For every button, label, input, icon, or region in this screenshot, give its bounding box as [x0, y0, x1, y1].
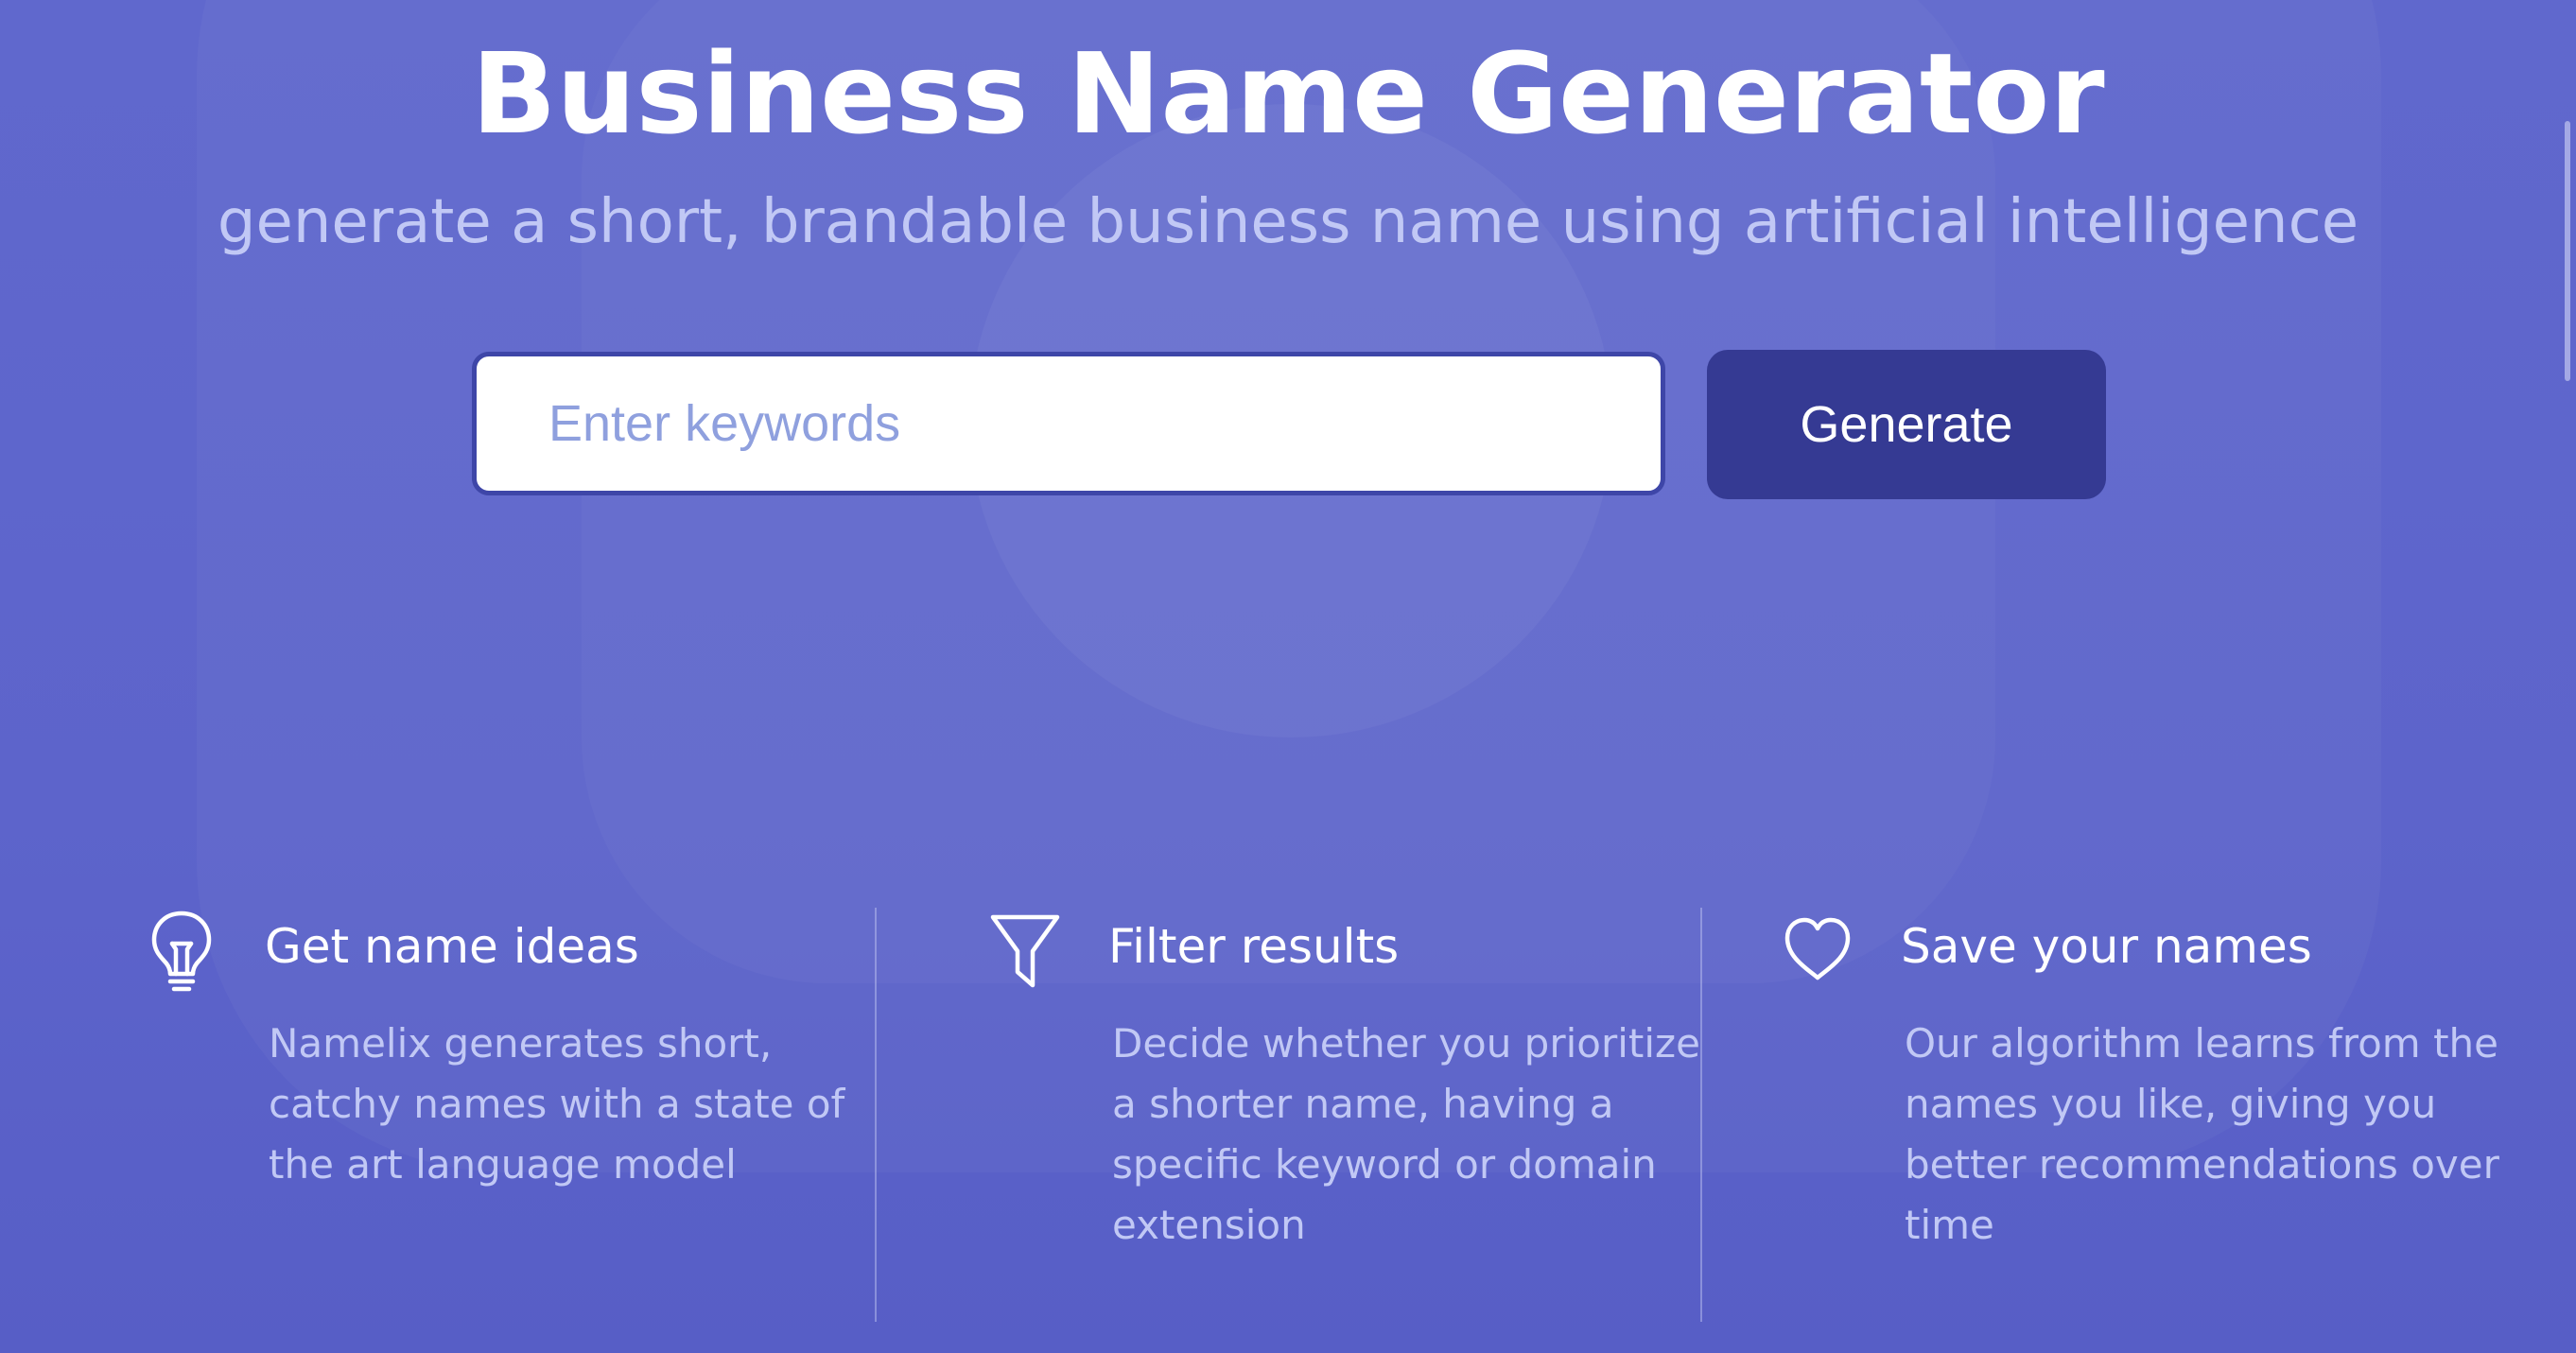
feature-description: Our algorithm learns from the names you …	[1905, 1020, 2499, 1248]
filter-icon	[985, 908, 1065, 993]
feature-divider	[875, 908, 877, 1322]
lightbulb-icon	[142, 908, 221, 993]
generate-button[interactable]: Generate	[1707, 350, 2106, 499]
scrollbar-thumb[interactable]	[2565, 121, 2570, 381]
feature-description: Namelix generates short, catchy names wi…	[269, 1020, 845, 1188]
keywords-input[interactable]	[472, 352, 1665, 495]
page-title: Business Name Generator	[471, 28, 2105, 159]
feature-divider	[1700, 908, 1702, 1322]
feature-title: Filter results	[1108, 919, 1400, 974]
heart-icon	[1778, 908, 1857, 993]
feature-description: Decide whether you prioritize a shorter …	[1112, 1020, 1700, 1248]
page-subtitle: generate a short, brandable business nam…	[217, 187, 2359, 257]
feature-title: Save your names	[1901, 919, 2312, 974]
background-shape-outer	[197, 0, 2381, 1172]
feature-title: Get name ideas	[265, 919, 639, 974]
